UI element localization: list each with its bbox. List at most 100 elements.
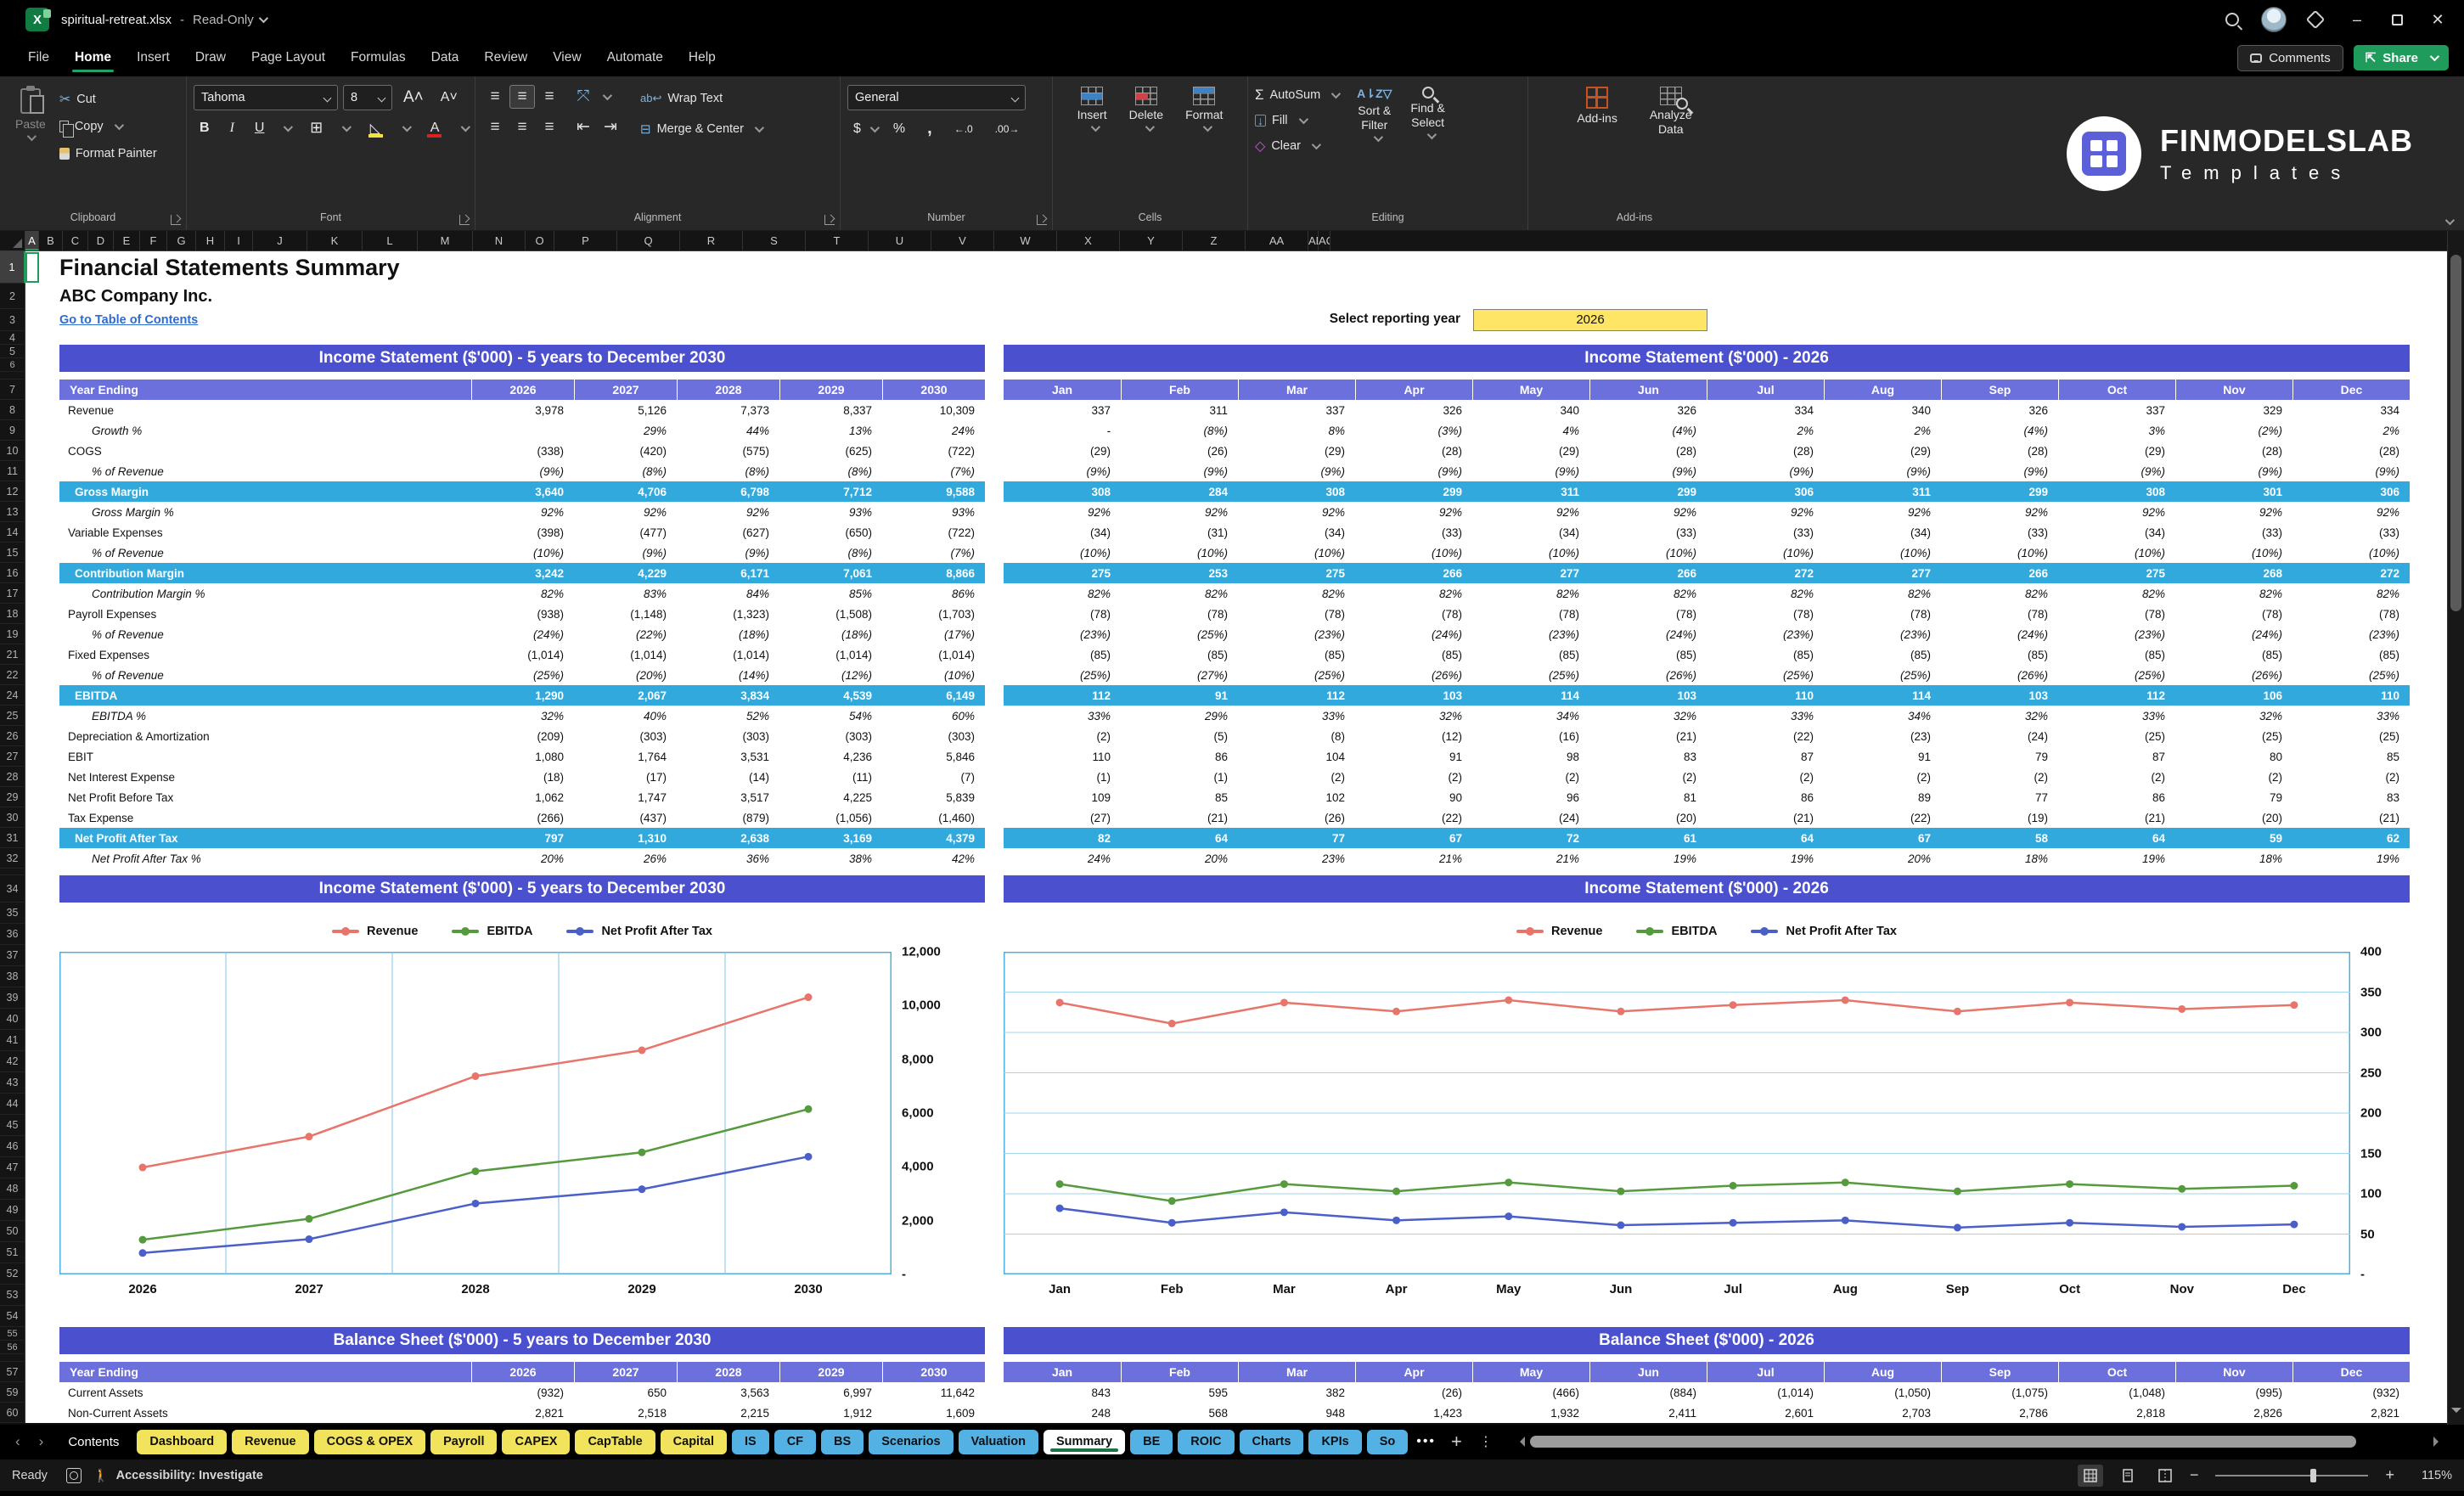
cell[interactable]: (1,014) [574,644,677,665]
cell[interactable]: 104 [1238,746,1355,767]
cell[interactable]: 6,171 [677,563,779,583]
cell[interactable]: (8%) [779,461,882,481]
avatar[interactable] [2261,7,2287,32]
analyze-data-button[interactable]: Analyze Data [1643,85,1699,138]
year-column-header[interactable]: 2029 [779,1362,882,1382]
cell[interactable]: (25) [2292,726,2410,746]
cell[interactable]: 6,798 [677,481,779,502]
cell[interactable]: 77 [1238,828,1355,848]
zoom-out-button[interactable]: − [2190,1466,2199,1484]
column-header-S[interactable]: S [743,231,806,250]
cell[interactable]: (23%) [1238,624,1355,644]
month-column-header[interactable]: Jun [1589,380,1707,400]
cell[interactable]: 42% [882,848,985,869]
cell[interactable]: (22) [1824,807,1941,828]
cell[interactable]: (4%) [1941,420,2058,441]
cell[interactable]: 114 [1472,685,1589,706]
cell[interactable]: (28) [2175,441,2292,461]
cell[interactable]: (20) [1589,807,1707,828]
row-header-4[interactable]: 4 [0,331,25,345]
cell[interactable]: 91 [1355,746,1472,767]
paste-button[interactable]: Paste [7,85,54,144]
cell[interactable]: 34% [1824,706,1941,726]
cell[interactable]: (3%) [1355,420,1472,441]
page-break-view-button[interactable] [2152,1465,2178,1487]
row-header-43[interactable]: 43 [0,1072,25,1094]
align-center-button[interactable]: ≡ [509,115,535,139]
scroll-down-arrow-icon[interactable] [2451,1408,2461,1418]
cell[interactable]: (25%) [1121,624,1238,644]
italic-button[interactable]: I [224,119,240,138]
cell[interactable]: (22) [1355,807,1472,828]
cell[interactable]: 4,225 [779,787,882,807]
cell[interactable]: 93% [882,502,985,522]
cell[interactable]: (25) [2175,726,2292,746]
month-column-header[interactable]: Dec [2292,380,2410,400]
cell[interactable]: (209) [471,726,574,746]
cell[interactable]: (22) [1707,726,1824,746]
increase-decimal-button[interactable]: ←.0 [948,121,979,137]
cell[interactable]: (23) [1824,726,1941,746]
row-header-37[interactable]: 37 [0,945,25,966]
cell[interactable]: (884) [1589,1382,1707,1403]
cell[interactable]: 110 [2292,685,2410,706]
cell[interactable]: (78) [1121,604,1238,624]
increase-indent-button[interactable]: ⇥ [598,115,623,139]
cell[interactable]: (25%) [1004,665,1121,685]
cell[interactable]: 112 [1238,685,1355,706]
cell[interactable]: (879) [677,807,779,828]
horizontal-scrollbar-thumb[interactable] [1529,1436,2357,1448]
row-header-16[interactable]: 16 [0,563,25,583]
month-column-header[interactable]: Nov [2175,380,2292,400]
cell[interactable]: (1,703) [882,604,985,624]
cell[interactable]: (2%) [2175,420,2292,441]
row-header-19[interactable]: 19 [0,624,25,644]
cell[interactable]: 277 [1472,563,1589,583]
chart-income-annual[interactable]: Revenue EBITDA Net Profit After Tax 12,000… [59,911,985,1327]
cell[interactable]: 83 [2292,787,2410,807]
cell[interactable]: (31) [1121,522,1238,543]
cell[interactable]: (85) [1941,644,2058,665]
minimize-button[interactable]: – [2344,11,2370,29]
cell[interactable]: 82% [1941,583,2058,604]
cell[interactable]: 82% [1472,583,1589,604]
cell[interactable]: (27) [1004,807,1121,828]
month-column-header[interactable]: Apr [1355,380,1472,400]
year-column-header[interactable]: 2030 [882,1362,985,1382]
increase-font-button[interactable]: A˄ [397,87,430,109]
cell[interactable]: (26) [1238,807,1355,828]
cell[interactable]: 6,149 [882,685,985,706]
cell[interactable]: 21% [1472,848,1589,869]
premium-gem-icon[interactable] [2305,9,2326,30]
cell[interactable]: 82% [1355,583,1472,604]
month-column-header[interactable]: Jan [1004,1362,1121,1382]
cell[interactable]: (28) [1589,441,1707,461]
cell[interactable]: 92% [2058,502,2175,522]
row-header-32[interactable]: 32 [0,848,25,869]
month-column-header[interactable]: Oct [2058,1362,2175,1382]
row-header-47[interactable]: 47 [0,1157,25,1178]
cell[interactable]: (10%) [1589,543,1707,563]
cell[interactable]: 29% [574,420,677,441]
row-header-26[interactable]: 26 [0,726,25,746]
column-header-I[interactable]: I [225,231,253,250]
cell[interactable]: (78) [2292,604,2410,624]
cell[interactable]: 64 [1121,828,1238,848]
cell[interactable]: 29% [1121,706,1238,726]
cell[interactable]: 103 [1941,685,2058,706]
cell[interactable]: (1,014) [779,644,882,665]
cell[interactable]: 33% [1707,706,1824,726]
cell[interactable]: (8%) [574,461,677,481]
delete-cells-button[interactable]: Delete [1122,85,1170,133]
cell[interactable]: (28) [1941,441,2058,461]
cell[interactable]: 19% [1707,848,1824,869]
zoom-slider-thumb[interactable] [2310,1468,2317,1482]
cell[interactable]: (78) [1941,604,2058,624]
cell[interactable]: 326 [1355,400,1472,420]
cell[interactable]: 86 [2058,787,2175,807]
cell[interactable]: 82 [1004,828,1121,848]
cell[interactable]: 299 [1355,481,1472,502]
cell[interactable]: (22%) [574,624,677,644]
cell[interactable]: (9%) [1707,461,1824,481]
row-header-2[interactable]: 2 [0,284,25,309]
